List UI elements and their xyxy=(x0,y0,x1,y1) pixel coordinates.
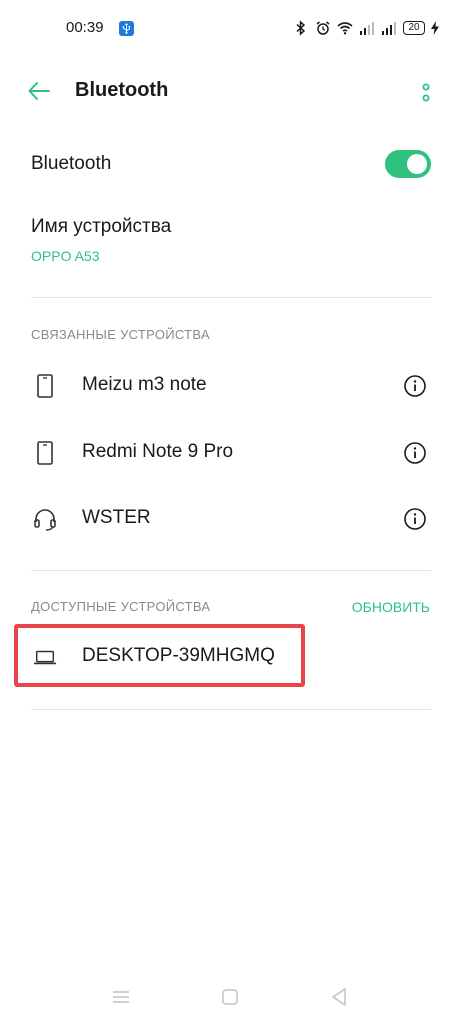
available-devices-header: ДОСТУПНЫЕ УСТРОЙСТВА xyxy=(31,599,211,614)
wifi-icon xyxy=(337,22,353,35)
switch-knob xyxy=(407,154,427,174)
bluetooth-toggle-label: Bluetooth xyxy=(31,153,112,174)
back-button[interactable] xyxy=(26,78,52,104)
divider xyxy=(31,709,431,710)
info-icon[interactable] xyxy=(403,374,427,398)
menu-nav-icon[interactable] xyxy=(110,986,132,1008)
highlight-box xyxy=(14,624,305,687)
back-arrow-icon xyxy=(28,82,50,100)
bluetooth-switch[interactable] xyxy=(385,150,431,178)
refresh-button[interactable]: ОБНОВИТЬ xyxy=(352,599,430,615)
signal-icon xyxy=(360,22,374,35)
phone-icon xyxy=(33,374,57,398)
home-nav-icon[interactable] xyxy=(219,986,241,1008)
more-vertical-icon xyxy=(422,83,430,102)
bluetooth-toggle-row[interactable]: Bluetooth xyxy=(31,143,431,187)
bluetooth-icon xyxy=(296,20,306,36)
bluetooth-settings-screen: 00:39 20 Bluetooth Bluetooth Имя устройс… xyxy=(0,0,461,1024)
paired-devices-header: СВЯЗАННЫЕ УСТРОЙСТВА xyxy=(31,327,210,342)
status-icons: 20 xyxy=(293,20,439,36)
device-name: Meizu m3 note xyxy=(82,374,207,395)
divider xyxy=(31,297,431,298)
info-icon[interactable] xyxy=(403,441,427,465)
device-name-title: Имя устройства xyxy=(31,216,172,237)
battery-icon: 20 xyxy=(403,21,425,35)
usb-icon xyxy=(119,21,134,36)
back-nav-icon[interactable] xyxy=(328,986,350,1008)
alarm-icon xyxy=(316,21,330,35)
info-icon[interactable] xyxy=(403,507,427,531)
status-time: 00:39 xyxy=(66,19,104,36)
signal-icon xyxy=(382,22,396,35)
device-name: WSTER xyxy=(82,507,151,528)
page-title: Bluetooth xyxy=(75,79,169,101)
device-name-value: OPPO A53 xyxy=(31,248,100,264)
paired-device-row[interactable]: Redmi Note 9 Pro xyxy=(31,428,431,478)
device-name: Redmi Note 9 Pro xyxy=(82,441,234,462)
status-bar: 00:39 20 xyxy=(0,0,461,56)
device-name-row[interactable]: Имя устройства OPPO A53 xyxy=(31,210,431,274)
more-options-button[interactable] xyxy=(419,80,433,106)
paired-device-row[interactable]: Meizu m3 note xyxy=(31,361,431,411)
divider xyxy=(31,570,431,571)
system-nav-bar xyxy=(0,968,461,1024)
app-bar: Bluetooth xyxy=(0,68,461,114)
charging-icon xyxy=(431,21,439,35)
headset-icon xyxy=(33,507,57,531)
paired-device-row[interactable]: WSTER xyxy=(31,494,431,544)
phone-icon xyxy=(33,441,57,465)
